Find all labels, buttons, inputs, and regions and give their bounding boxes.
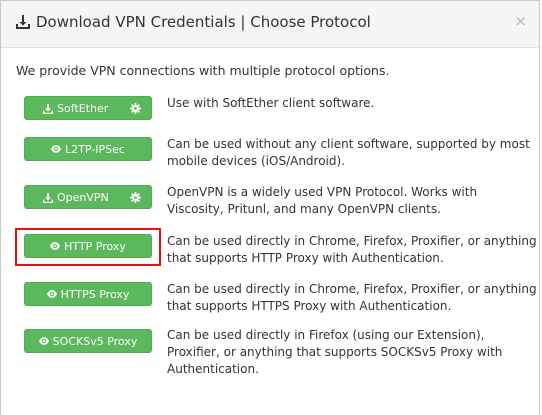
- download-icon: [43, 192, 53, 203]
- softether-button-label: SoftEther: [57, 102, 109, 115]
- modal-title: Download VPN Credentials | Choose Protoc…: [15, 13, 371, 31]
- socksv5-proxy-button[interactable]: SOCKSv5 Proxy: [24, 329, 152, 353]
- socksv5-proxy-description: Can be used directly in Firefox (using o…: [167, 328, 503, 376]
- http-proxy-description: Can be used directly in Chrome, Firefox,…: [167, 234, 537, 265]
- l2tp-ipsec-description: Can be used without any client software,…: [167, 137, 530, 168]
- softether-button[interactable]: SoftEther: [24, 96, 152, 120]
- http-proxy-button[interactable]: HTTP Proxy: [24, 234, 152, 258]
- gear-icon[interactable]: [130, 192, 141, 203]
- https-proxy-button[interactable]: HTTPS Proxy: [24, 282, 152, 306]
- eye-icon: [46, 290, 57, 298]
- openvpn-button[interactable]: OpenVPN: [24, 185, 152, 209]
- openvpn-button-label: OpenVPN: [57, 191, 109, 204]
- close-button[interactable]: ×: [514, 13, 527, 29]
- intro-text: We provide VPN connections with multiple…: [16, 63, 390, 78]
- softether-description: Use with SoftEther client software.: [167, 96, 375, 110]
- eye-icon: [50, 242, 61, 250]
- download-icon: [43, 103, 53, 114]
- l2tp-ipsec-button[interactable]: L2TP-IPSec: [24, 137, 152, 161]
- socksv5-proxy-button-label: SOCKSv5 Proxy: [52, 334, 138, 348]
- openvpn-description: OpenVPN is a widely used VPN Protocol. W…: [167, 185, 478, 216]
- eye-icon: [51, 145, 62, 153]
- l2tp-ipsec-button-label: L2TP-IPSec: [65, 142, 125, 156]
- modal-title-text: Download VPN Credentials | Choose Protoc…: [36, 13, 371, 31]
- modal-header: Download VPN Credentials | Choose Protoc…: [1, 1, 539, 48]
- http-proxy-button-label: HTTP Proxy: [64, 239, 126, 253]
- https-proxy-button-label: HTTPS Proxy: [60, 287, 130, 301]
- download-icon: [16, 15, 30, 29]
- eye-icon: [38, 337, 49, 345]
- gear-icon[interactable]: [130, 103, 141, 114]
- vpn-credentials-modal: Download VPN Credentials | Choose Protoc…: [0, 0, 540, 415]
- https-proxy-description: Can be used directly in Chrome, Firefox,…: [167, 282, 537, 313]
